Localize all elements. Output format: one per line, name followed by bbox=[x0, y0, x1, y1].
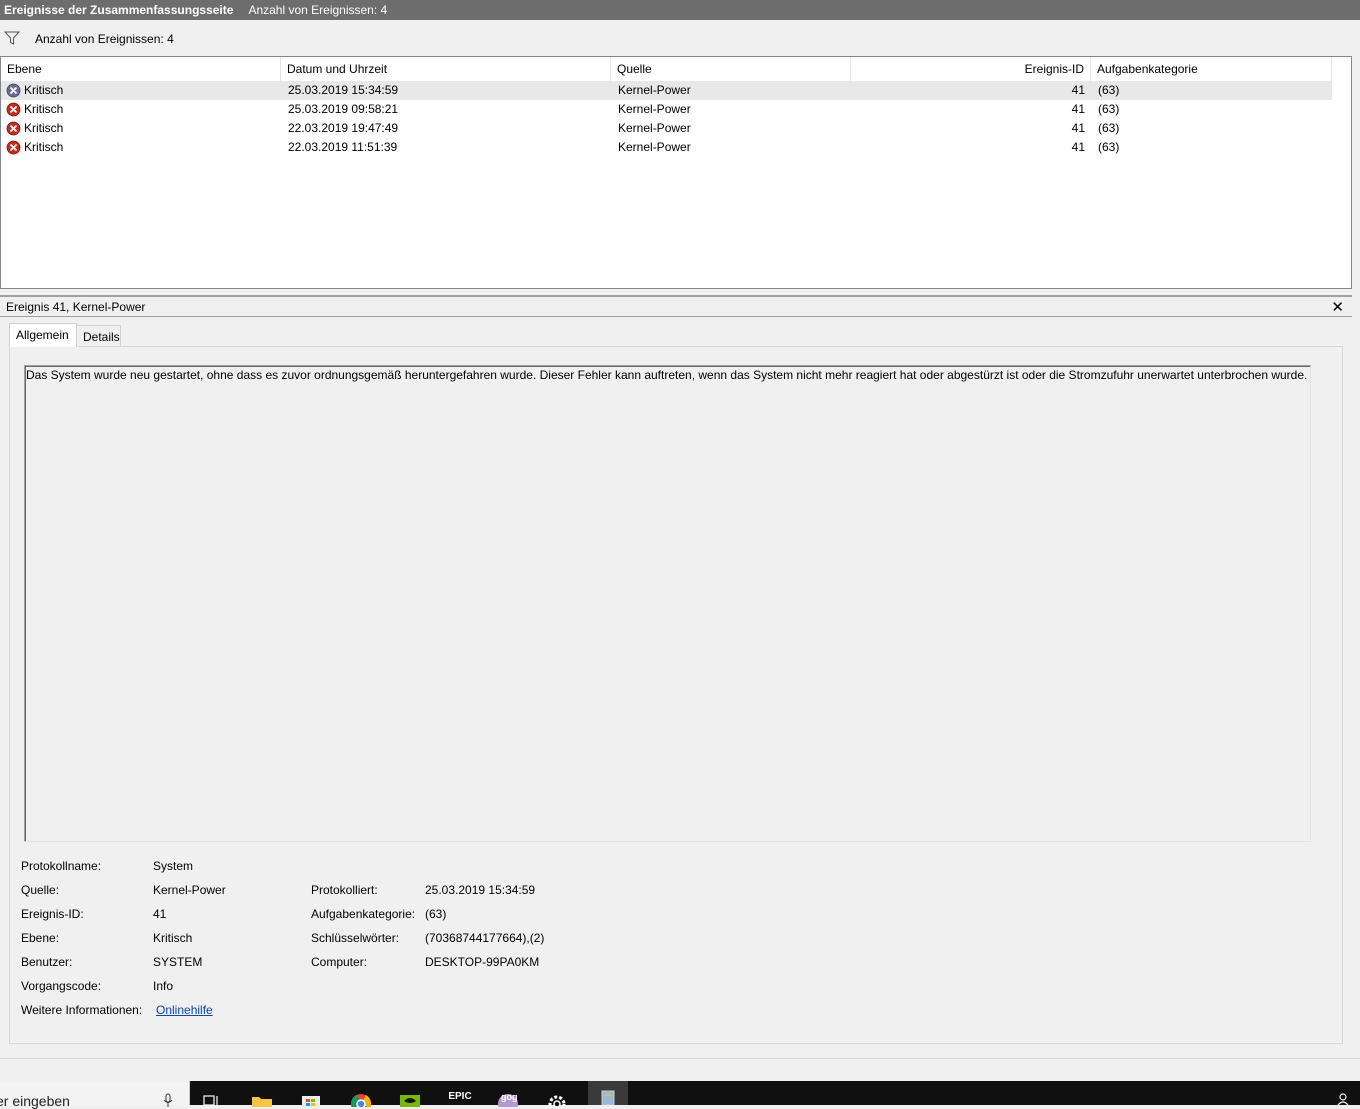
file-explorer-icon[interactable] bbox=[250, 1087, 274, 1107]
keywords-value: (70368744177664),(2) bbox=[425, 931, 545, 945]
status-divider bbox=[0, 1058, 1360, 1059]
critical-error-icon bbox=[6, 121, 21, 136]
critical-error-icon bbox=[6, 83, 21, 98]
summary-count: Anzahl von Ereignissen: 4 bbox=[248, 3, 388, 17]
opcode-value: Info bbox=[153, 979, 174, 993]
event-list[interactable]: Ebene Datum und Uhrzeit Quelle Ereignis-… bbox=[0, 56, 1352, 289]
event-source: Kernel-Power bbox=[618, 102, 691, 116]
level-label: Ebene: bbox=[21, 931, 60, 945]
event-source: Kernel-Power bbox=[618, 83, 691, 97]
event-id: 41 bbox=[1071, 121, 1085, 135]
epic-games-label: EPIC bbox=[448, 1091, 472, 1102]
taskbar-search-text: er eingeben bbox=[0, 1093, 70, 1109]
event-id: 41 bbox=[1071, 140, 1085, 154]
event-id: 41 bbox=[1071, 83, 1085, 97]
event-source: Kernel-Power bbox=[618, 140, 691, 154]
column-header-level[interactable]: Ebene bbox=[1, 57, 281, 81]
user-label: Benutzer: bbox=[21, 955, 73, 969]
taskbar: er eingeben EPIC gog bbox=[0, 1081, 1360, 1109]
event-level: Kritisch bbox=[24, 140, 64, 154]
event-source: Kernel-Power bbox=[618, 121, 691, 135]
people-icon[interactable] bbox=[1336, 1093, 1354, 1105]
online-help-link[interactable]: Onlinehilfe bbox=[156, 1003, 213, 1017]
tab-general-label: Allgemein bbox=[16, 328, 69, 342]
event-list-header: Ebene Datum und Uhrzeit Quelle Ereignis-… bbox=[1, 57, 1332, 81]
event-category: (63) bbox=[1098, 83, 1120, 97]
tab-details-label: Details bbox=[83, 330, 120, 344]
epic-games-icon[interactable]: EPIC bbox=[448, 1089, 472, 1109]
event-row[interactable]: Kritisch 25.03.2019 09:58:21 Kernel-Powe… bbox=[1, 100, 1332, 119]
event-detail-title: Ereignis 41, Kernel-Power bbox=[6, 300, 146, 314]
event-id: 41 bbox=[1071, 102, 1085, 116]
settings-icon[interactable] bbox=[545, 1087, 569, 1107]
event-viewer-taskbar-button[interactable] bbox=[588, 1081, 628, 1105]
user-value: SYSTEM bbox=[153, 955, 203, 969]
column-eventid-label: Ereignis-ID bbox=[1024, 62, 1084, 76]
task-view-icon[interactable] bbox=[200, 1087, 224, 1107]
store-icon[interactable] bbox=[299, 1087, 323, 1107]
source-label: Quelle: bbox=[21, 883, 60, 897]
logname-label: Protokollname: bbox=[21, 859, 102, 873]
summary-title: Ereignisse der Zusammenfassungsseite bbox=[4, 3, 234, 17]
event-description-box[interactable]: Das System wurde neu gestartet, ohne das… bbox=[24, 365, 1311, 842]
nvidia-icon[interactable] bbox=[398, 1087, 422, 1107]
filter-icon[interactable] bbox=[4, 30, 20, 46]
event-row[interactable]: Kritisch 22.03.2019 11:51:39 Kernel-Powe… bbox=[1, 138, 1332, 157]
level-value: Kritisch bbox=[153, 931, 193, 945]
column-datetime-label: Datum und Uhrzeit bbox=[287, 62, 388, 76]
critical-error-icon bbox=[6, 140, 21, 155]
event-category: (63) bbox=[1098, 121, 1120, 135]
event-level: Kritisch bbox=[24, 83, 64, 97]
source-value: Kernel-Power bbox=[153, 883, 226, 897]
gog-label: gog bbox=[501, 1092, 518, 1102]
event-description-text: Das System wurde neu gestartet, ohne das… bbox=[26, 368, 1308, 382]
taskcat-label: Aufgabenkategorie: bbox=[311, 907, 416, 921]
eventid-value: 41 bbox=[153, 907, 167, 921]
column-header-datetime[interactable]: Datum und Uhrzeit bbox=[281, 57, 611, 81]
event-category: (63) bbox=[1098, 102, 1120, 116]
column-header-eventid[interactable]: Ereignis-ID bbox=[851, 57, 1091, 81]
tab-details[interactable]: Details bbox=[76, 325, 121, 347]
event-datetime: 22.03.2019 11:51:39 bbox=[288, 140, 398, 154]
close-icon[interactable]: ✕ bbox=[1331, 298, 1344, 316]
opcode-label: Vorgangscode: bbox=[21, 979, 102, 993]
event-row[interactable]: Kritisch 25.03.2019 15:34:59 Kernel-Powe… bbox=[1, 81, 1332, 100]
tab-general[interactable]: Allgemein bbox=[9, 323, 77, 347]
taskbar-search-box[interactable]: er eingeben bbox=[0, 1081, 190, 1109]
event-level: Kritisch bbox=[24, 102, 64, 116]
computer-label: Computer: bbox=[311, 955, 368, 969]
column-header-source[interactable]: Quelle bbox=[611, 57, 851, 81]
keywords-label: Schlüsselwörter: bbox=[311, 931, 400, 945]
chrome-icon[interactable] bbox=[349, 1087, 373, 1107]
column-header-category[interactable]: Aufgabenkategorie bbox=[1091, 57, 1332, 81]
filter-bar: Anzahl von Ereignissen: 4 bbox=[0, 28, 1360, 50]
event-datetime: 25.03.2019 09:58:21 bbox=[288, 102, 399, 116]
summary-title-bar: Ereignisse der Zusammenfassungsseite Anz… bbox=[0, 0, 1360, 20]
logname-value: System bbox=[153, 859, 194, 873]
taskcat-value: (63) bbox=[425, 907, 447, 921]
event-viewer-icon bbox=[601, 1090, 615, 1105]
event-row[interactable]: Kritisch 22.03.2019 19:47:49 Kernel-Powe… bbox=[1, 119, 1332, 138]
eventid-label: Ereignis-ID: bbox=[21, 907, 84, 921]
logged-value: 25.03.2019 15:34:59 bbox=[425, 883, 536, 897]
event-datetime: 22.03.2019 19:47:49 bbox=[288, 121, 399, 135]
event-datetime: 25.03.2019 15:34:59 bbox=[288, 83, 399, 97]
column-source-label: Quelle bbox=[617, 62, 652, 76]
event-level: Kritisch bbox=[24, 121, 64, 135]
computer-value: DESKTOP-99PA0KM bbox=[425, 955, 540, 969]
filter-count-label: Anzahl von Ereignissen: 4 bbox=[35, 32, 174, 46]
column-level-label: Ebene bbox=[7, 62, 42, 76]
moreinfo-label: Weitere Informationen: bbox=[21, 1003, 143, 1017]
critical-error-icon bbox=[6, 102, 21, 117]
event-detail-header: Ereignis 41, Kernel-Power ✕ bbox=[0, 295, 1352, 317]
event-category: (63) bbox=[1098, 140, 1120, 154]
column-category-label: Aufgabenkategorie bbox=[1097, 62, 1198, 76]
logged-label: Protokolliert: bbox=[311, 883, 378, 897]
general-tab-panel: Das System wurde neu gestartet, ohne das… bbox=[9, 346, 1343, 1044]
